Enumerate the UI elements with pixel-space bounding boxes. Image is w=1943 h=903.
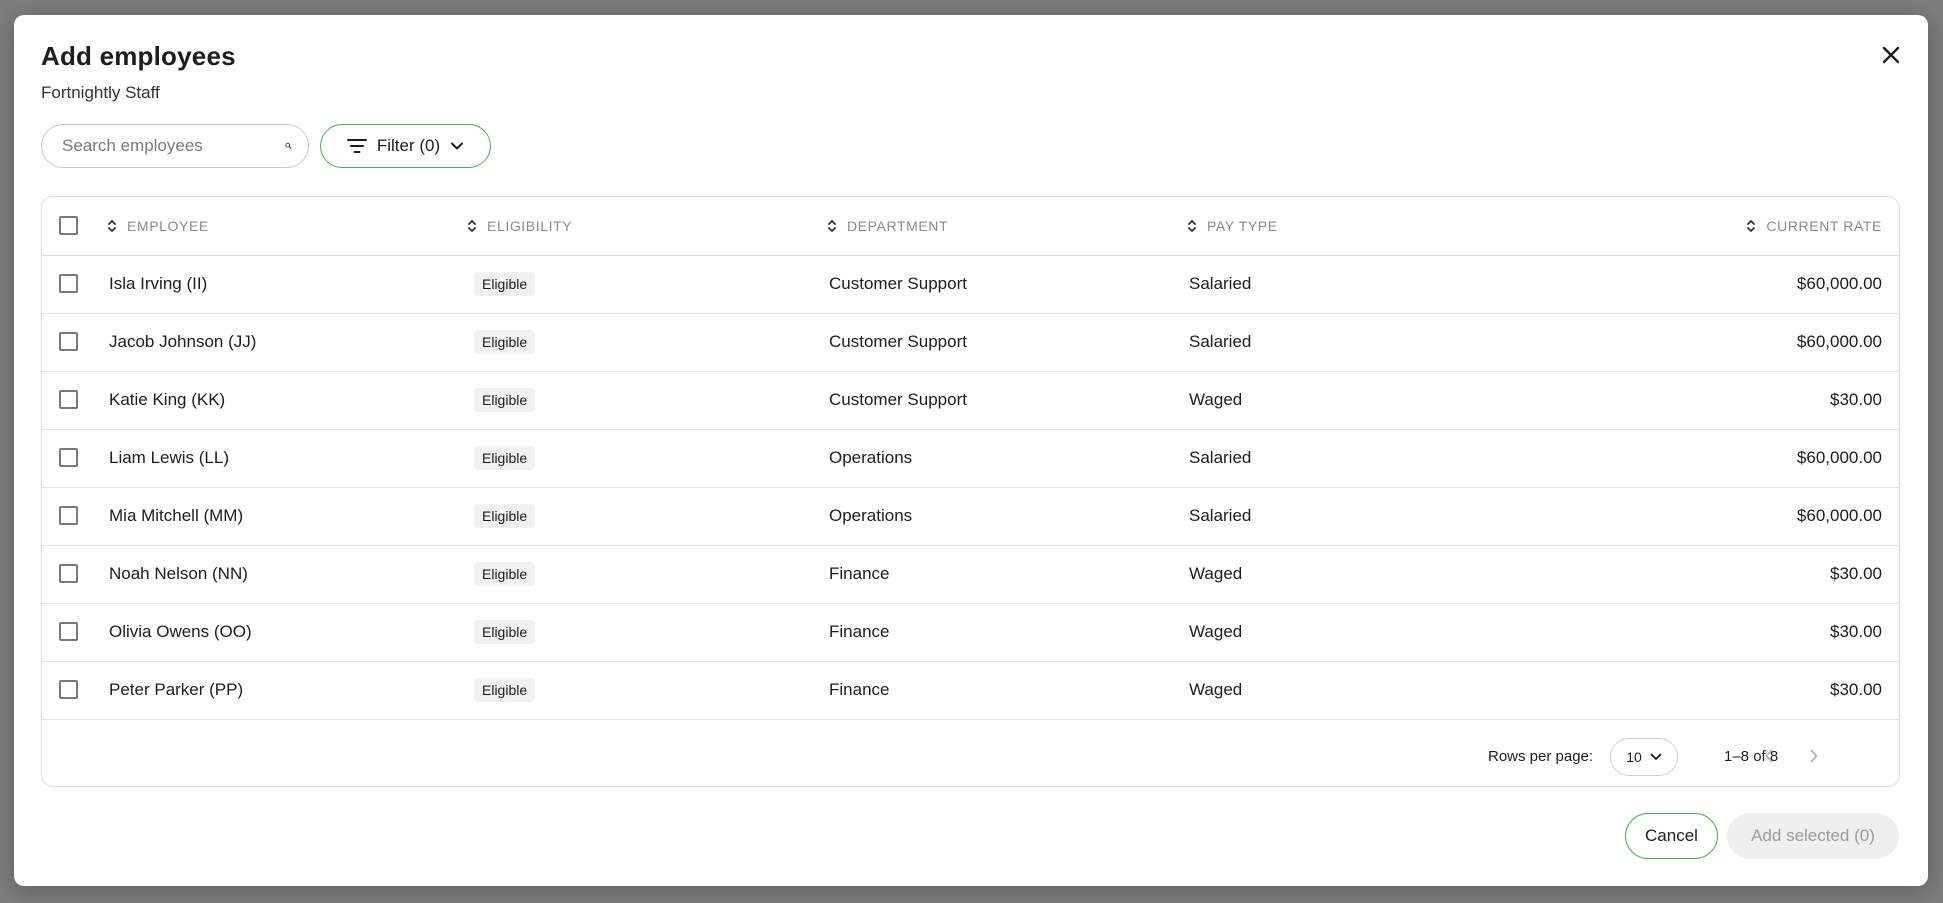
chevron-left-icon — [1765, 749, 1773, 763]
employee-name: Noah Nelson (NN) — [109, 564, 248, 583]
chevron-right-icon — [1810, 749, 1818, 763]
department-cell: Operations — [829, 506, 913, 525]
select-all-checkbox[interactable] — [59, 216, 78, 235]
chevron-down-icon — [1650, 753, 1662, 760]
table-header: EMPLOYEE ELIGIBILITY DEPARTMENT PAY TYPE — [42, 197, 1899, 256]
cancel-button[interactable]: Cancel — [1625, 813, 1718, 859]
sort-icon — [1188, 220, 1196, 232]
previous-page-button[interactable] — [1757, 744, 1781, 768]
rows-per-page-select[interactable]: 10 — [1610, 738, 1678, 776]
employee-name: Mia Mitchell (MM) — [109, 506, 244, 525]
pay-type-cell: Waged — [1189, 390, 1243, 409]
rows-per-page-value: 10 — [1626, 749, 1642, 765]
dialog-subtitle: Fortnightly Staff — [41, 83, 160, 102]
current-rate-cell: $60,000.00 — [1796, 274, 1882, 293]
current-rate-cell: $60,000.00 — [1796, 332, 1882, 351]
search-icon — [285, 142, 292, 150]
employee-name: Peter Parker (PP) — [109, 680, 244, 699]
eligibility-badge: Eligible — [474, 446, 536, 470]
eligibility-badge: Eligible — [474, 272, 536, 296]
eligibility-badge: Eligible — [474, 388, 536, 412]
employee-name: Liam Lewis (LL) — [109, 448, 229, 467]
row-checkbox[interactable] — [59, 448, 78, 467]
table-row[interactable]: Katie King (KK) Eligible Customer Suppor… — [42, 371, 1899, 430]
table-row[interactable]: Jacob Johnson (JJ) Eligible Customer Sup… — [42, 313, 1899, 372]
current-rate-cell: $60,000.00 — [1796, 448, 1882, 467]
pay-type-cell: Salaried — [1189, 448, 1252, 467]
table-row[interactable]: Isla Irving (II) Eligible Customer Suppo… — [42, 255, 1899, 314]
column-header-label: PAY TYPE — [1207, 218, 1278, 234]
table-row[interactable]: Liam Lewis (LL) Eligible Operations Sala… — [42, 429, 1899, 488]
table-row[interactable]: Noah Nelson (NN) Eligible Finance Waged … — [42, 545, 1899, 604]
pay-type-cell: Salaried — [1189, 506, 1252, 525]
eligibility-badge: Eligible — [474, 620, 536, 644]
next-page-button[interactable] — [1802, 744, 1826, 768]
column-header-eligibility[interactable]: ELIGIBILITY — [467, 197, 572, 255]
department-cell: Customer Support — [829, 390, 967, 409]
employee-name: Olivia Owens (OO) — [109, 622, 252, 641]
column-header-label: DEPARTMENT — [847, 218, 949, 234]
department-cell: Finance — [829, 564, 890, 583]
row-checkbox[interactable] — [59, 390, 78, 409]
employee-name: Katie King (KK) — [109, 390, 226, 409]
eligibility-badge: Eligible — [474, 504, 536, 528]
column-header-label: CURRENT RATE — [1766, 218, 1882, 234]
department-cell: Finance — [829, 622, 890, 641]
add-employees-dialog: Add employees Fortnightly Staff Filter (… — [14, 15, 1928, 886]
row-checkbox[interactable] — [59, 564, 78, 583]
pay-type-cell: Waged — [1189, 564, 1243, 583]
sort-icon — [468, 220, 476, 232]
current-rate-cell: $30.00 — [1830, 564, 1882, 583]
department-cell: Finance — [829, 680, 890, 699]
table-row[interactable]: Mia Mitchell (MM) Eligible Operations Sa… — [42, 487, 1899, 546]
department-cell: Customer Support — [829, 332, 967, 351]
close-button[interactable] — [1876, 40, 1906, 70]
column-header-label: ELIGIBILITY — [487, 218, 573, 234]
employee-name: Jacob Johnson (JJ) — [109, 332, 257, 351]
row-checkbox[interactable] — [59, 622, 78, 641]
filter-label: Filter (0) — [376, 136, 441, 155]
search-input[interactable] — [60, 135, 285, 157]
filter-icon — [346, 139, 367, 153]
column-header-department[interactable]: DEPARTMENT — [827, 197, 948, 255]
current-rate-cell: $60,000.00 — [1796, 506, 1882, 525]
eligibility-badge: Eligible — [474, 330, 536, 354]
current-rate-cell: $30.00 — [1830, 680, 1882, 699]
department-cell: Customer Support — [829, 274, 967, 293]
row-checkbox[interactable] — [59, 506, 78, 525]
employees-table: EMPLOYEE ELIGIBILITY DEPARTMENT PAY TYPE — [41, 196, 1900, 787]
table-pagination: Rows per page: 10 1–8 of 8 — [42, 726, 1899, 786]
row-checkbox[interactable] — [59, 680, 78, 699]
department-cell: Operations — [829, 448, 913, 467]
sort-icon — [1747, 220, 1756, 232]
table-row[interactable]: Peter Parker (PP) Eligible Finance Waged… — [42, 661, 1899, 720]
close-icon — [1882, 46, 1900, 64]
eligibility-badge: Eligible — [474, 562, 536, 586]
pay-type-cell: Waged — [1189, 680, 1243, 699]
filter-button[interactable]: Filter (0) — [320, 124, 491, 168]
pay-type-cell: Salaried — [1189, 332, 1252, 351]
column-header-label: EMPLOYEE — [127, 218, 209, 234]
pay-type-cell: Waged — [1189, 622, 1243, 641]
row-checkbox[interactable] — [59, 332, 78, 351]
search-field[interactable] — [41, 124, 309, 168]
current-rate-cell: $30.00 — [1830, 622, 1882, 641]
sort-icon — [108, 220, 116, 232]
row-checkbox[interactable] — [59, 274, 78, 293]
column-header-employee[interactable]: EMPLOYEE — [107, 197, 209, 255]
column-header-pay-type[interactable]: PAY TYPE — [1187, 197, 1278, 255]
column-header-current-rate[interactable]: CURRENT RATE — [1746, 197, 1882, 255]
chevron-down-icon — [451, 142, 464, 150]
current-rate-cell: $30.00 — [1830, 390, 1882, 409]
pay-type-cell: Salaried — [1189, 274, 1252, 293]
employee-name: Isla Irving (II) — [109, 274, 208, 293]
sort-icon — [828, 220, 836, 232]
dialog-title: Add employees — [41, 41, 236, 71]
table-row[interactable]: Olivia Owens (OO) Eligible Finance Waged… — [42, 603, 1899, 662]
rows-per-page-label: Rows per page: — [1488, 747, 1594, 765]
add-selected-button[interactable]: Add selected (0) — [1727, 813, 1899, 859]
eligibility-badge: Eligible — [474, 678, 536, 702]
